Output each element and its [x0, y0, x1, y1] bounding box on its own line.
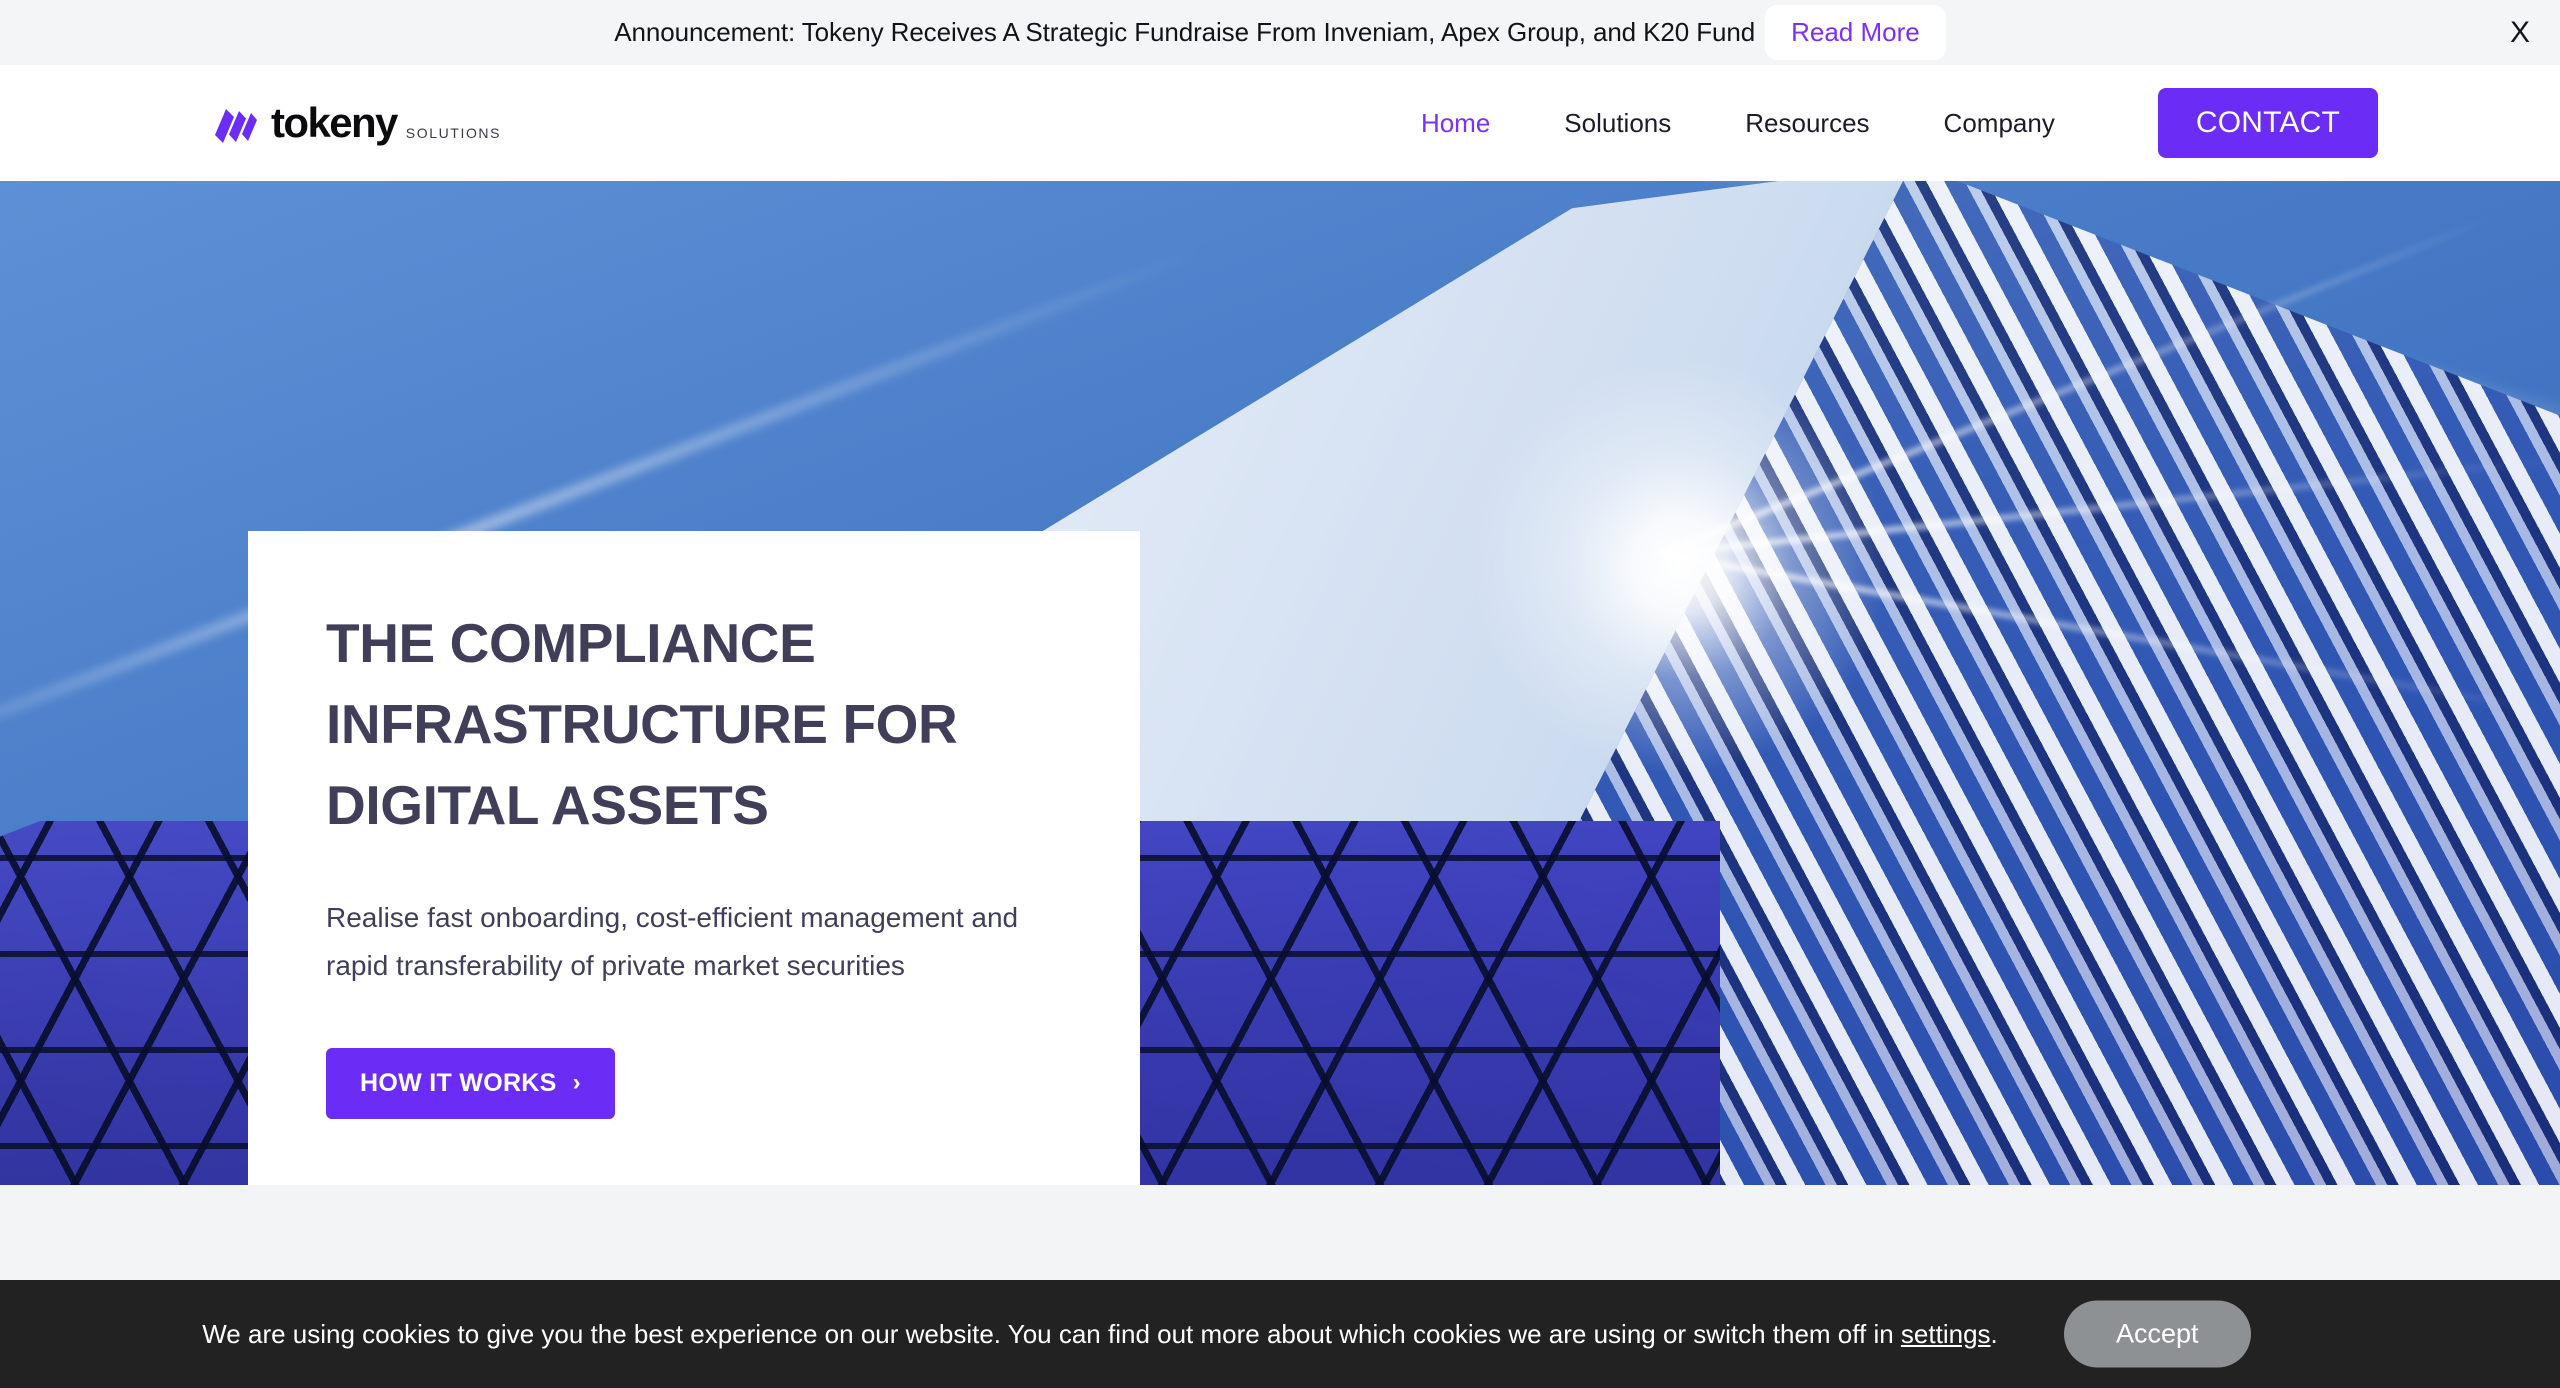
cookie-message-text: We are using cookies to give you the bes…	[202, 1318, 1901, 1349]
section-divider-band	[0, 1185, 2560, 1280]
accept-cookies-button[interactable]: Accept	[2064, 1300, 2251, 1368]
announcement-text: Announcement: Tokeny Receives A Strategi…	[614, 17, 1756, 47]
main-navigation: Home Solutions Resources Company CONTACT	[1384, 88, 2378, 158]
page-root: Announcement: Tokeny Receives A Strategi…	[0, 0, 2560, 1388]
announcement-bar: Announcement: Tokeny Receives A Strategi…	[0, 0, 2560, 65]
cookie-message-tail: .	[1990, 1318, 1998, 1349]
nav-item-solutions[interactable]: Solutions	[1527, 108, 1708, 139]
site-header: tokeny SOLUTIONS Home Solutions Resource…	[0, 65, 2560, 181]
chevron-right-icon: ›	[572, 1069, 581, 1097]
hero-subtitle: Realise fast onboarding, cost-efficient …	[326, 901, 1019, 981]
how-it-works-button[interactable]: HOW IT WORKS ›	[326, 1047, 615, 1119]
logo-subtitle: SOLUTIONS	[405, 125, 502, 141]
cookie-settings-link[interactable]: settings	[1901, 1319, 1991, 1349]
hero-card: THE COMPLIANCE INFRASTRUCTURE FOR DIGITA…	[248, 531, 1140, 1185]
nav-item-home[interactable]: Home	[1384, 108, 1527, 139]
close-icon[interactable]: X	[2510, 17, 2530, 48]
logo[interactable]: tokeny SOLUTIONS	[214, 102, 501, 144]
tokeny-logo-icon	[214, 108, 260, 144]
how-it-works-label: HOW IT WORKS	[360, 1068, 557, 1097]
hero-section: THE COMPLIANCE INFRASTRUCTURE FOR DIGITA…	[0, 181, 2560, 1185]
nav-item-resources[interactable]: Resources	[1708, 108, 1906, 139]
read-more-button[interactable]: Read More	[1765, 5, 1946, 60]
cookie-banner: We are using cookies to give you the bes…	[0, 1280, 2560, 1388]
announcement-content: Announcement: Tokeny Receives A Strategi…	[614, 5, 1946, 60]
contact-button[interactable]: CONTACT	[2157, 88, 2378, 158]
cookie-message: We are using cookies to give you the bes…	[202, 1319, 1998, 1350]
page-title: THE COMPLIANCE INFRASTRUCTURE FOR DIGITA…	[326, 612, 958, 836]
logo-wordmark: tokeny	[271, 99, 398, 146]
nav-item-company[interactable]: Company	[1907, 108, 2092, 139]
